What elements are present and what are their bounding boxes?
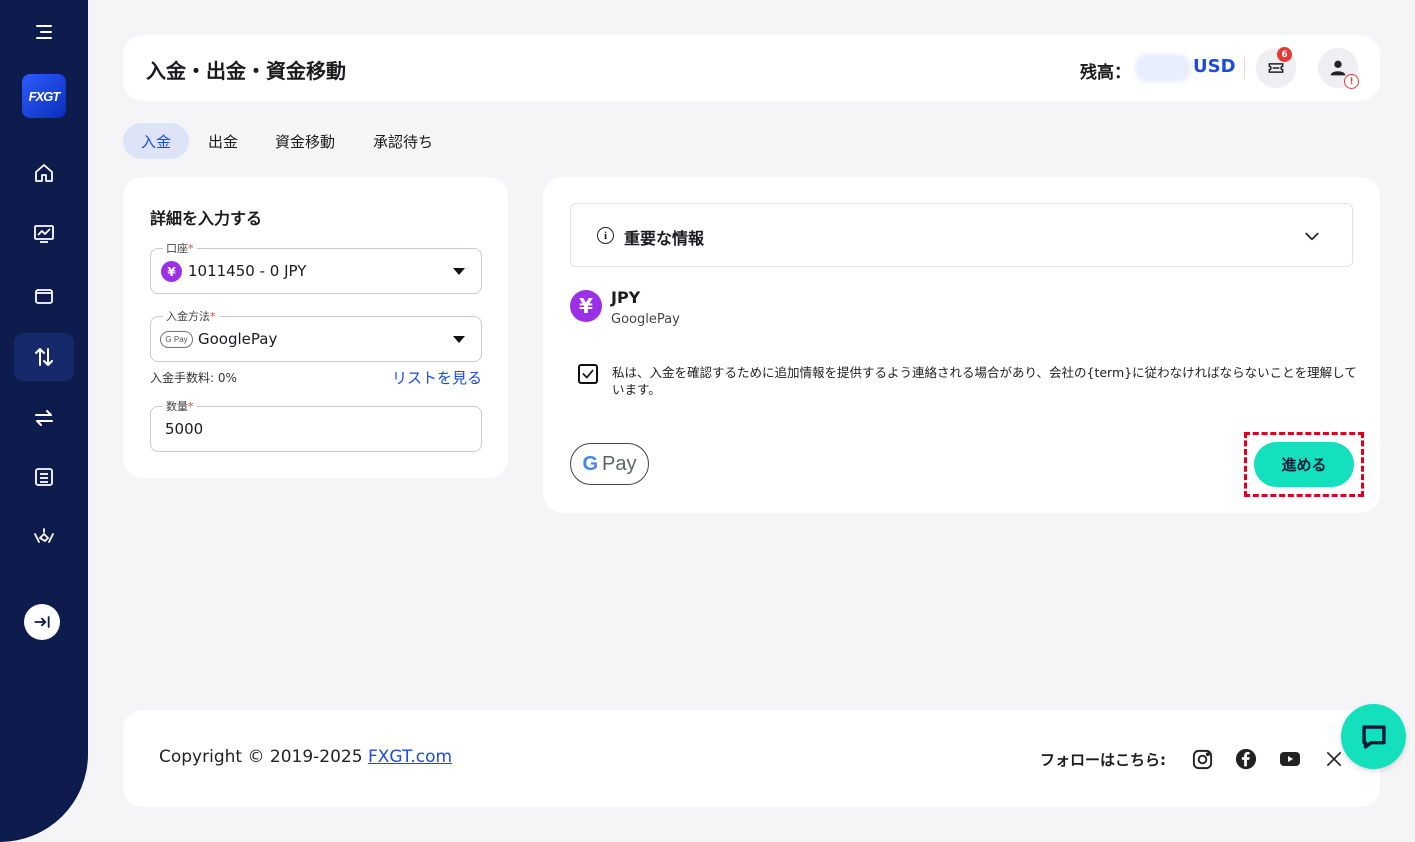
sidebar-item-funds[interactable] — [14, 333, 74, 381]
important-info-title: 重要な情報 — [624, 229, 705, 248]
profile-alert-icon: ! — [1344, 74, 1359, 89]
instagram-link[interactable] — [1189, 746, 1215, 772]
footer: Copyright © 2019-2025 FXGT.com フォローはこちら: — [123, 710, 1380, 807]
facebook-link[interactable] — [1233, 746, 1259, 772]
amount-label: 数量* — [163, 398, 197, 414]
notification-badge: 6 — [1277, 47, 1292, 62]
account-select[interactable]: 口座* ¥ 1011450 - 0 JPY — [150, 240, 482, 294]
tab-pending[interactable]: 承認待ち — [355, 123, 451, 159]
facebook-icon — [1235, 748, 1257, 770]
sidebar-item-trading[interactable] — [14, 210, 74, 258]
page-title: 入金・出金・資金移動 — [146, 59, 346, 83]
sidebar-item-history[interactable] — [14, 453, 74, 501]
important-info-accordion[interactable]: i 重要な情報 — [570, 203, 1353, 267]
deposit-info-card: i 重要な情報 ¥ JPY GooglePay 私は、入金を確認するために追加情… — [543, 177, 1380, 513]
sidebar-item-home[interactable] — [14, 149, 74, 197]
info-icon: i — [597, 227, 614, 244]
currency-code: JPY — [611, 288, 641, 307]
tab-withdraw[interactable]: 出金 — [190, 123, 256, 159]
checkmark-icon — [582, 369, 594, 379]
expand-right-icon — [34, 616, 50, 628]
instagram-icon — [1192, 749, 1212, 769]
copyright-text: Copyright © 2019-2025 FXGT.com — [159, 747, 453, 767]
amount-value: 5000 — [165, 420, 204, 438]
caret-down-icon — [453, 336, 465, 343]
handshake-icon — [34, 528, 54, 543]
fxgt-link[interactable]: FXGT.com — [368, 747, 452, 767]
proceed-button[interactable]: 進める — [1254, 442, 1354, 487]
follow-label: フォローはこちら: — [1040, 751, 1166, 769]
sidebar-item-partnership[interactable] — [14, 513, 74, 561]
account-value: 1011450 - 0 JPY — [188, 262, 307, 280]
wallet-icon — [35, 289, 53, 304]
balance-amount-hidden — [1135, 54, 1191, 82]
view-list-link[interactable]: リストを見る — [392, 367, 482, 388]
yen-currency-icon: ¥ — [570, 290, 602, 322]
live-chat-button[interactable] — [1341, 704, 1406, 769]
form-title: 詳細を入力する — [150, 209, 263, 228]
tab-deposit[interactable]: 入金 — [123, 123, 190, 159]
amount-input[interactable]: 数量* 5000 — [150, 398, 482, 452]
collapse-sidebar-button[interactable] — [24, 604, 60, 640]
agreement-checkbox[interactable] — [578, 364, 598, 384]
menu-button[interactable] — [14, 8, 74, 56]
youtube-icon — [1280, 752, 1300, 766]
method-label: 入金方法* — [163, 308, 219, 324]
tab-transfer[interactable]: 資金移動 — [257, 123, 353, 159]
fxgt-logo[interactable]: FXGT — [22, 74, 66, 118]
chat-icon — [1361, 724, 1386, 749]
sidebar-item-wallet[interactable] — [14, 272, 74, 320]
balance-currency: USD — [1193, 56, 1236, 77]
hamburger-icon — [36, 25, 52, 39]
swap-icon — [35, 410, 53, 426]
chevron-down-icon — [1305, 232, 1319, 241]
deposit-method-select[interactable]: 入金方法* G Pay GooglePay — [150, 308, 482, 362]
yen-icon: ¥ — [161, 261, 182, 282]
top-header: 入金・出金・資金移動 残高： USD — [123, 35, 1380, 101]
home-icon — [35, 164, 53, 182]
deposit-fee-text: 入金手数料: 0% — [150, 371, 237, 385]
chart-icon — [34, 225, 54, 243]
agreement-text: 私は、入金を確認するために追加情報を提供するよう連絡される場合があり、会社の{t… — [612, 365, 1357, 397]
balance-label: 残高： — [1080, 63, 1131, 83]
header-divider — [1244, 57, 1245, 79]
caret-down-icon — [453, 268, 465, 275]
sidebar-item-transfer[interactable] — [14, 394, 74, 442]
list-icon — [35, 468, 53, 486]
sidebar: FXGT — [0, 0, 88, 842]
gpay-label: Pay — [602, 452, 637, 475]
google-pay-icon: G Pay — [160, 331, 193, 348]
x-icon — [1326, 751, 1342, 767]
google-g-icon: G — [582, 452, 599, 475]
details-form-card: 詳細を入力する 口座* ¥ 1011450 - 0 JPY 入金方法* G Pa… — [123, 177, 508, 478]
method-value: GooglePay — [198, 330, 278, 348]
google-pay-button[interactable]: G Pay — [570, 443, 649, 485]
currency-method: GooglePay — [611, 312, 680, 327]
transfer-updown-icon — [35, 348, 53, 366]
youtube-link[interactable] — [1277, 746, 1303, 772]
account-label: 口座* — [163, 240, 197, 256]
